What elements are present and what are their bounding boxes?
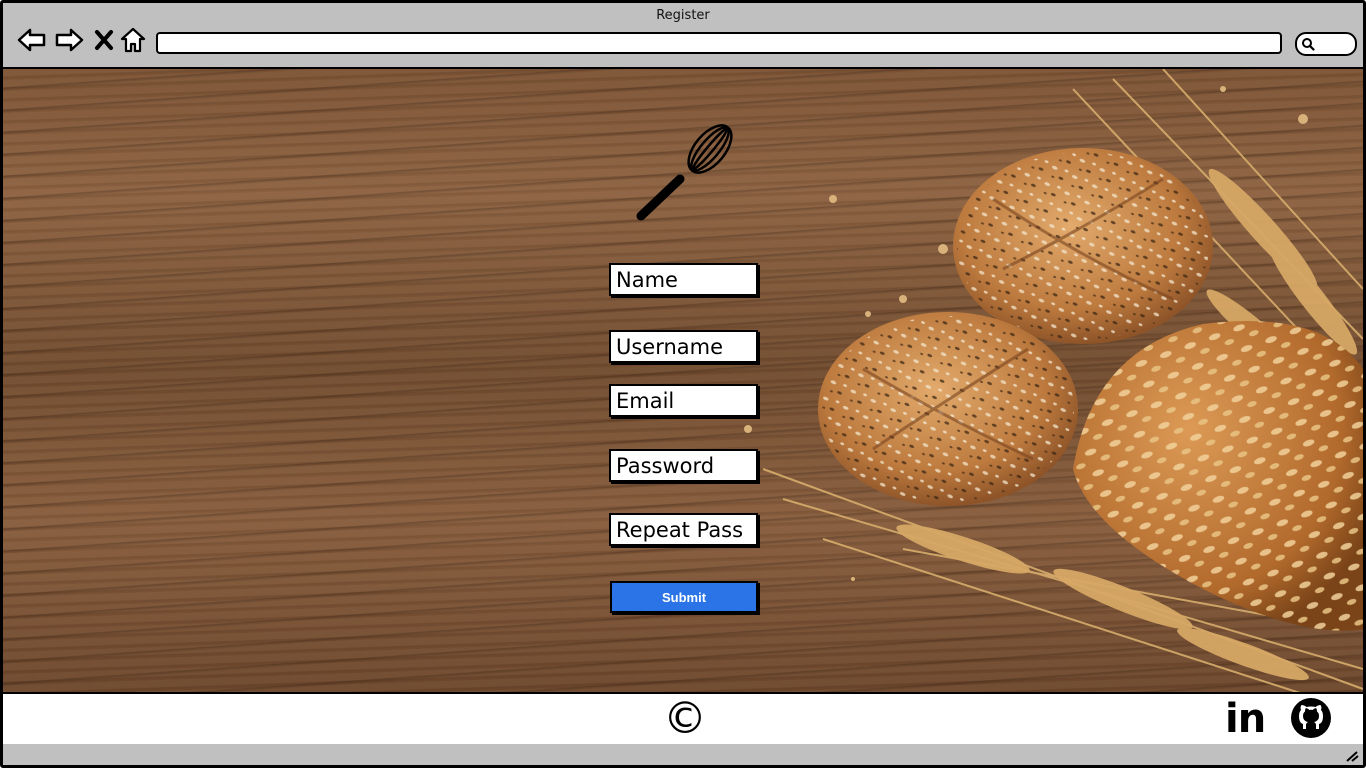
hero-background: Submit xyxy=(3,67,1363,694)
status-bar xyxy=(3,744,1363,765)
copyright-icon: © xyxy=(663,693,707,744)
github-icon[interactable] xyxy=(1289,696,1333,740)
username-input[interactable] xyxy=(611,332,756,361)
forward-arrow-icon[interactable] xyxy=(54,25,84,55)
password-field[interactable] xyxy=(609,449,758,482)
submit-button[interactable]: Submit xyxy=(610,581,758,613)
password-input[interactable] xyxy=(611,451,756,480)
name-field[interactable] xyxy=(609,263,758,296)
repeat-password-field[interactable] xyxy=(609,513,758,546)
whisk-icon xyxy=(636,124,733,221)
username-field[interactable] xyxy=(609,330,758,363)
home-icon[interactable] xyxy=(118,25,148,55)
repeat-password-input[interactable] xyxy=(611,515,756,544)
address-bar[interactable] xyxy=(156,32,1282,54)
search-field[interactable] xyxy=(1295,32,1357,56)
stop-icon[interactable] xyxy=(89,25,119,55)
search-icon xyxy=(1302,38,1315,51)
email-field[interactable] xyxy=(609,384,758,417)
email-input[interactable] xyxy=(611,386,756,415)
resize-grip-icon[interactable] xyxy=(1345,750,1359,762)
name-input[interactable] xyxy=(611,265,756,294)
footer: © in xyxy=(3,692,1363,746)
window-title: Register xyxy=(656,8,710,23)
back-arrow-icon[interactable] xyxy=(17,25,47,55)
linkedin-icon[interactable]: in xyxy=(1225,698,1266,740)
browser-window: Register Name Username Email Submit © in xyxy=(0,0,1366,768)
